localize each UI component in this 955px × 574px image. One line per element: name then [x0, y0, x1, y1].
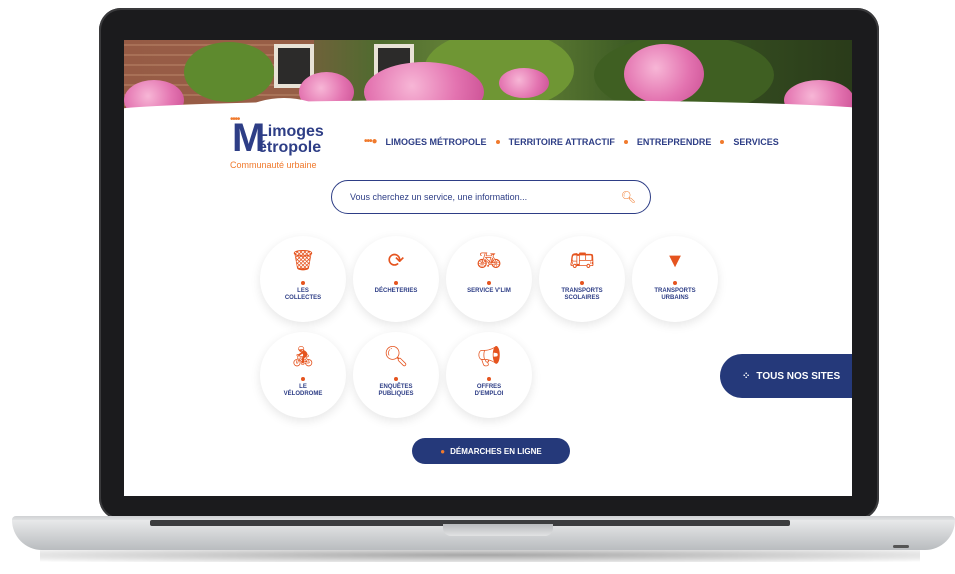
service-tile-decheteries[interactable]: ⟳ DÉCHETERIES	[353, 236, 439, 322]
nav-separator	[623, 139, 628, 144]
hero-banner-image	[124, 40, 852, 114]
service-tile-transports-scolaires[interactable]: 🚌︎ TRANSPORTS SCOLAIRES	[539, 236, 625, 322]
nav-separator	[495, 139, 500, 144]
hydrangea-flower	[624, 44, 704, 104]
service-tile-enquetes-publiques[interactable]: 🔍︎ ENQUÊTES PUBLIQUES	[353, 332, 439, 418]
search-icon: 🔍︎	[383, 346, 409, 368]
megaphone-icon: 📢︎	[476, 346, 502, 368]
tile-dot	[673, 281, 677, 285]
tile-label: ENQUÊTES PUBLIQUES	[378, 384, 414, 397]
tile-label: OFFRES D'EMPLOI	[474, 384, 504, 397]
bicycle-icon: 🚲︎	[476, 250, 502, 272]
tile-label: TRANSPORTS SCOLAIRES	[561, 288, 603, 301]
tile-dot	[301, 281, 305, 285]
tile-dot	[394, 281, 398, 285]
main-nav: •••● LIMOGES MÉTROPOLE TERRITOIRE ATTRAC…	[364, 136, 779, 147]
nav-item-territoire-attractif[interactable]: TERRITOIRE ATTRACTIF	[509, 137, 615, 147]
logo-subtitle: Communauté urbaine	[230, 160, 317, 170]
tile-dot	[487, 281, 491, 285]
map-pin-icon: ▼	[665, 250, 685, 272]
tous-nos-sites-button[interactable]: ⁘ TOUS NOS SITES	[720, 354, 852, 398]
service-tile-collectes[interactable]: 🗑︎ LES COLLECTES	[260, 236, 346, 322]
demarches-en-ligne-button[interactable]: ● DÉMARCHES EN LIGNE	[412, 438, 570, 464]
share-icon: ⁘	[742, 370, 751, 382]
laptop-mockup: • • • • M Limoges étropole Communauté ur…	[0, 0, 955, 574]
tile-dot	[487, 377, 491, 381]
tile-label: TRANSPORTS URBAINS	[654, 288, 696, 301]
foliage	[184, 42, 274, 102]
tile-label: LES COLLECTES	[284, 288, 322, 301]
laptop-led	[893, 545, 909, 548]
laptop-shadow	[40, 548, 920, 562]
search-input[interactable]	[350, 192, 621, 202]
service-tile-transports-urbains[interactable]: ▼ TRANSPORTS URBAINS	[632, 236, 718, 322]
service-tile-velodrome[interactable]: 🚴︎ LE VÉLODROME	[260, 332, 346, 418]
cyclist-icon: 🚴︎	[290, 346, 316, 368]
laptop-notch	[443, 524, 553, 536]
recycle-icon: ⟳	[387, 250, 405, 272]
nav-separator	[720, 139, 725, 144]
nav-item-limoges-metropole[interactable]: LIMOGES MÉTROPOLE	[386, 137, 487, 147]
demarches-label: DÉMARCHES EN LIGNE	[450, 446, 542, 456]
website-screen: • • • • M Limoges étropole Communauté ur…	[124, 40, 852, 496]
tile-label: DÉCHETERIES	[374, 288, 418, 294]
tile-dot	[301, 377, 305, 381]
nav-item-services[interactable]: SERVICES	[733, 137, 778, 147]
bus-icon: 🚌︎	[569, 250, 595, 272]
service-tile-offres-emploi[interactable]: 📢︎ OFFRES D'EMPLOI	[446, 332, 532, 418]
hydrangea-flower	[499, 68, 549, 98]
trash-icon: 🗑︎	[290, 250, 316, 272]
nav-dots-icon: •••●	[364, 136, 378, 147]
search-bar: 🔍︎	[331, 180, 651, 214]
logo-line-2: étropole	[258, 139, 322, 156]
tile-label: SERVICE V'LIM	[467, 288, 511, 294]
tile-dot	[580, 281, 584, 285]
search-icon[interactable]: 🔍︎	[621, 190, 636, 204]
pin-icon: ●	[440, 446, 446, 456]
tile-dot	[394, 377, 398, 381]
tile-label: LE VÉLODROME	[283, 384, 323, 397]
nav-item-entreprendre[interactable]: ENTREPRENDRE	[637, 137, 712, 147]
banner-curve	[124, 100, 852, 114]
service-tile-vlim[interactable]: 🚲︎ SERVICE V'LIM	[446, 236, 532, 322]
tous-nos-sites-label: TOUS NOS SITES	[756, 370, 841, 382]
